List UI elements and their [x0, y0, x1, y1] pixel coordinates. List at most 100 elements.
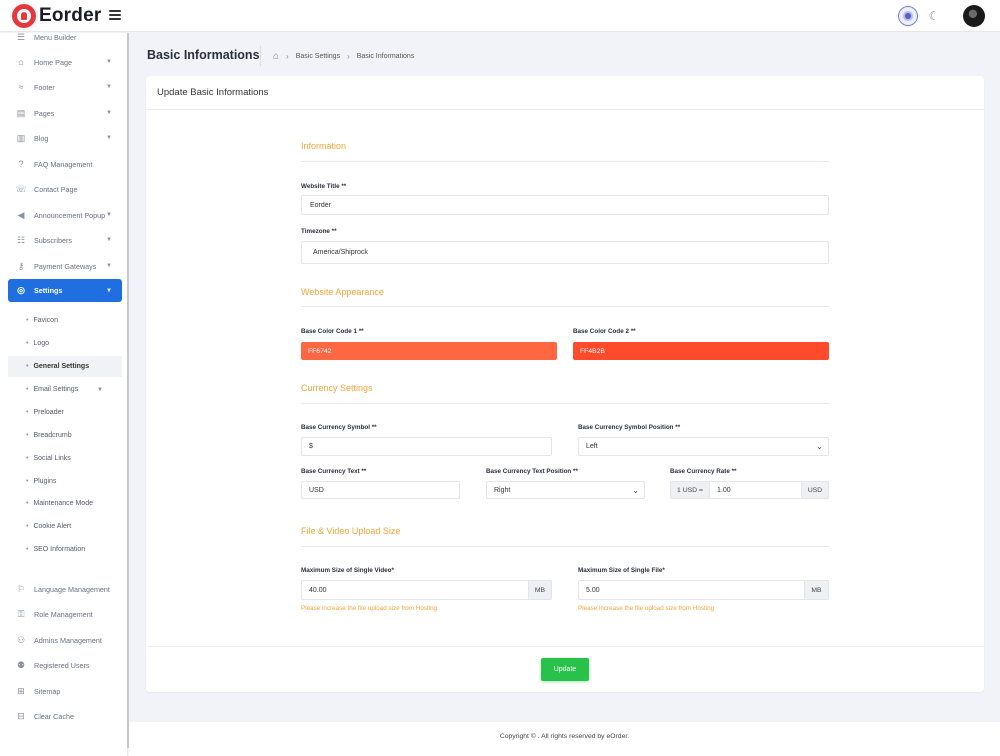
pages-icon: ▤	[16, 107, 26, 118]
section-upload-size: File & Video Upload Size	[301, 526, 401, 536]
caret-down-icon: ▼	[106, 84, 112, 90]
card-title: Update Basic Informations	[146, 76, 984, 110]
sidebar-item-subscribers[interactable]: ☷ Subscribers ▼	[8, 229, 122, 251]
base-color-1-label: Base Color Code 1 **	[301, 328, 364, 335]
page-title: Basic Informations	[147, 48, 260, 62]
sidebar-item-footer[interactable]: ≈ Footer ▼	[8, 76, 122, 98]
settings-icon: ◎	[17, 285, 25, 295]
sidebar-subitem-preloader[interactable]: • Preloader	[8, 402, 122, 423]
currency-text-position-select[interactable]: Right ⌄	[486, 481, 645, 499]
sidebar-item-language-management[interactable]: ⚐ Language Management	[8, 578, 122, 600]
sidebar-subitem-email-settings[interactable]: • Email Settings ▼	[8, 379, 122, 400]
footer-icon: ≈	[18, 82, 24, 92]
currency-symbol-position-select[interactable]: Left ⌄	[578, 437, 829, 456]
caret-down-icon: ▼	[106, 287, 112, 294]
menu-toggle-icon[interactable]	[109, 10, 121, 20]
megaphone-icon: ◀	[17, 209, 25, 220]
key-icon: ⚷	[17, 260, 25, 271]
currency-rate-label: Base Currency Rate **	[670, 468, 737, 475]
currency-rate-prefix: 1 USD =	[670, 481, 710, 499]
max-video-input[interactable]: 40.00	[301, 580, 529, 600]
sidebar-item-home-page[interactable]: ⌂ Home Page ▼	[8, 51, 122, 73]
timezone-select[interactable]: America/Shiprock	[301, 241, 829, 264]
chevron-down-icon: ⌄	[816, 442, 823, 451]
subscribers-icon: ☷	[16, 234, 26, 245]
users-icon: ⚉	[16, 659, 26, 670]
settings-card: Update Basic Informations	[146, 76, 984, 692]
currency-rate-suffix: USD	[801, 481, 829, 499]
section-currency-settings: Currency Settings	[301, 383, 373, 393]
sidebar-item-contact[interactable]: ☏ Contact Page	[8, 178, 122, 200]
sidebar-subitem-cookie-alert[interactable]: • Cookie Alert	[8, 516, 122, 537]
sidebar-item-blog[interactable]: ▥ Blog ▼	[8, 127, 122, 149]
card-footer-divider	[146, 646, 984, 647]
base-color-2-label: Base Color Code 2 **	[573, 328, 636, 335]
top-bar: Eorder ☾	[0, 0, 1000, 32]
caret-down-icon: ▼	[106, 59, 112, 65]
brand-logo[interactable]: Eorder	[12, 4, 101, 28]
breadcrumb: ⌂ › Basic Settings › Basic Informations	[273, 51, 414, 62]
language-icon: ⚐	[16, 583, 26, 594]
theme-color-icon[interactable]	[898, 6, 918, 26]
currency-rate-input[interactable]: 1.00	[709, 481, 802, 499]
max-file-input[interactable]: 5.00	[578, 580, 805, 600]
home-icon[interactable]: ⌂	[273, 51, 279, 62]
sidebar-item-registered-users[interactable]: ⚉ Registered Users	[8, 654, 122, 676]
divider	[301, 403, 829, 404]
menu-icon: ☰	[16, 33, 26, 42]
base-color-2-input[interactable]: FF4B2B	[573, 342, 829, 360]
section-website-appearance: Website Appearance	[301, 287, 384, 297]
caret-down-icon: ▼	[106, 237, 112, 243]
sidebar-item-admins-management[interactable]: ⚇ Admins Management	[8, 629, 122, 651]
divider	[301, 546, 829, 547]
blog-icon: ▥	[16, 132, 26, 143]
section-information: Information	[301, 141, 347, 151]
currency-symbol-input[interactable]: $	[301, 437, 552, 456]
sidebar-subitem-seo-information[interactable]: • SEO Information	[8, 539, 122, 560]
breadcrumb-current: Basic Informations	[356, 53, 415, 60]
chevron-right-icon: ›	[347, 52, 350, 61]
caret-down-icon: ▼	[106, 135, 112, 141]
sidebar-subitem-breadcrumb[interactable]: • Breadcrumb	[8, 425, 122, 446]
copyright-text: Copyright © . All rights reserved by eOr…	[499, 733, 630, 740]
sidebar-subitem-favicon[interactable]: • Favicon	[8, 310, 122, 331]
update-button[interactable]: Update	[541, 658, 589, 681]
max-file-hint: Please increase the file upload size fro…	[578, 605, 715, 612]
sidebar-item-settings[interactable]: ◎ Settings ▼	[8, 279, 122, 302]
avatar[interactable]	[963, 5, 985, 27]
currency-text-position-label: Base Currency Text Position **	[486, 468, 578, 475]
sidebar-item-menu-builder[interactable]: ☰ Menu Builder	[8, 33, 122, 48]
base-color-1-input[interactable]: FF6742	[301, 342, 557, 360]
max-file-unit: MB	[804, 580, 829, 600]
sidebar-item-payment-gateways[interactable]: ⚷ Payment Gateways ▼	[8, 255, 122, 277]
dark-mode-icon[interactable]: ☾	[926, 6, 942, 26]
sidebar-item-clear-cache[interactable]: ⊟ Clear Cache	[8, 705, 122, 727]
sidebar-item-role-management[interactable]: ⚿ Role Management	[8, 603, 122, 625]
sidebar-subitem-general-settings[interactable]: • General Settings	[8, 356, 122, 377]
cache-icon: ⊟	[17, 710, 25, 721]
sidebar-subitem-plugins[interactable]: • Plugins	[8, 471, 122, 492]
brand-name: Eorder	[39, 5, 102, 26]
website-title-input[interactable]: Eorder	[301, 195, 829, 215]
caret-down-icon: ▼	[106, 110, 112, 116]
sidebar-item-pages[interactable]: ▤ Pages ▼	[8, 102, 122, 124]
sidebar-scrollbar[interactable]	[127, 33, 129, 748]
sidebar-subitem-logo[interactable]: • Logo	[8, 333, 122, 354]
chevron-right-icon: ›	[286, 52, 289, 61]
sidebar-subitem-social-links[interactable]: • Social Links	[8, 448, 122, 469]
max-video-hint: Please increase the file upload size fro…	[301, 605, 438, 612]
divider	[260, 46, 261, 66]
contact-icon: ☏	[15, 183, 27, 194]
sidebar-item-sitemap[interactable]: ⊞ Sitemap	[8, 680, 122, 702]
sidebar-subitem-maintenance-mode[interactable]: • Maintenance Mode	[8, 493, 122, 514]
caret-down-icon: ▼	[106, 212, 112, 218]
sidebar-item-announcement[interactable]: ◀ Announcement Popup ▼	[8, 204, 122, 226]
currency-symbol-position-label: Base Currency Symbol Position **	[578, 424, 681, 431]
question-icon: ?	[18, 159, 24, 169]
currency-text-input[interactable]: USD	[301, 481, 460, 499]
sidebar-item-faq[interactable]: ? FAQ Management	[8, 153, 122, 175]
timezone-label: Timezone **	[301, 228, 337, 235]
breadcrumb-basic-settings[interactable]: Basic Settings	[296, 53, 340, 60]
caret-down-icon: ▼	[106, 263, 112, 269]
divider	[301, 161, 829, 162]
